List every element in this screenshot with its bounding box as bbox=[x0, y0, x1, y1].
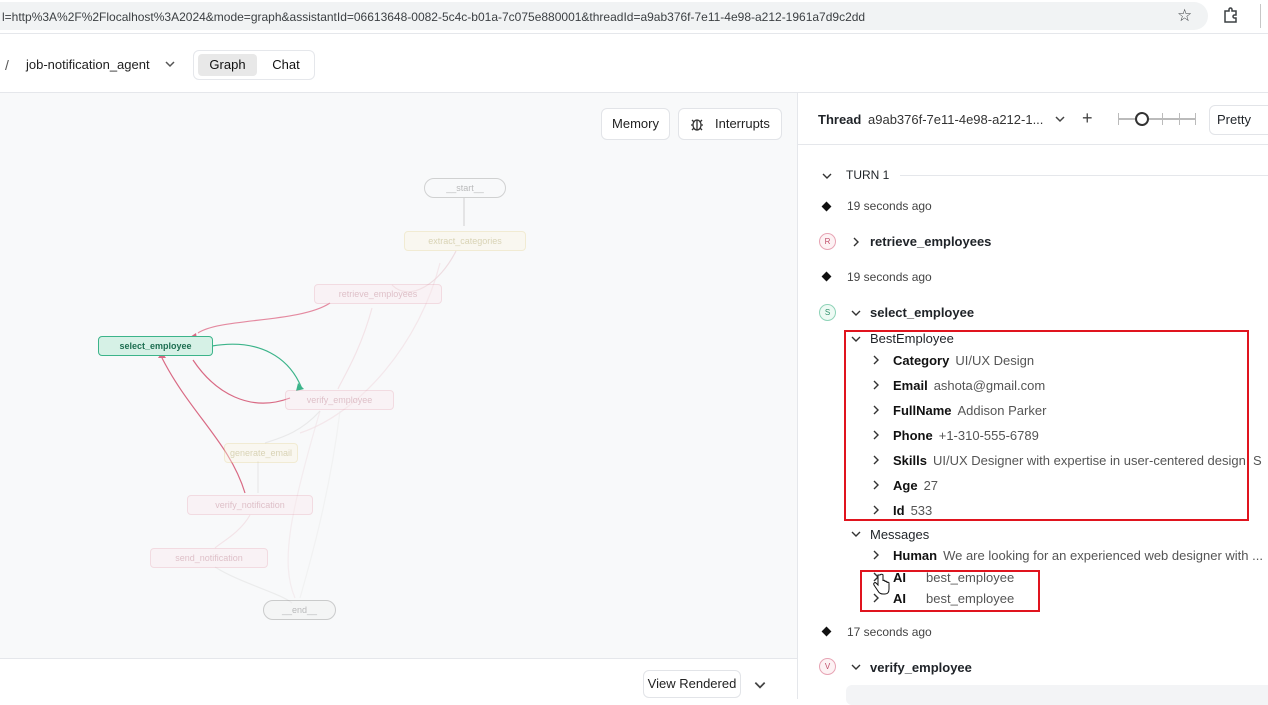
address-field[interactable]: l=http%3A%2F%2Flocalhost%3A2024&mode=gra… bbox=[0, 2, 1208, 30]
node-badge-v: V bbox=[819, 658, 836, 675]
bookmark-star-icon[interactable]: ☆ bbox=[1177, 6, 1192, 26]
step-select-employee[interactable]: select_employee bbox=[870, 305, 974, 320]
node-extract-categories[interactable]: extract_categories bbox=[404, 231, 526, 251]
slider-tick bbox=[1179, 113, 1180, 125]
app-header: / job-notification_agent Graph Chat bbox=[0, 34, 1268, 93]
chevron-down-icon[interactable] bbox=[851, 308, 861, 318]
event-timestamp: 19 seconds ago bbox=[847, 270, 932, 284]
bug-icon bbox=[691, 119, 703, 131]
chevron-down-icon[interactable] bbox=[822, 171, 832, 181]
tab-chat[interactable]: Chat bbox=[264, 54, 308, 76]
chevron-down-icon[interactable] bbox=[164, 58, 176, 70]
highlight-best-employee bbox=[844, 330, 1249, 521]
message-row: Human We are looking for an experienced w… bbox=[893, 548, 1263, 563]
breadcrumb-separator: / bbox=[5, 57, 9, 73]
new-thread-plus-icon[interactable]: + bbox=[1082, 108, 1093, 129]
interrupts-button-label: Interrupts bbox=[715, 116, 770, 131]
agent-selector-label[interactable]: job-notification_agent bbox=[26, 57, 150, 72]
slider-tick bbox=[1195, 113, 1196, 125]
graph-edges bbox=[158, 198, 465, 604]
graph-footer: View Rendered bbox=[0, 658, 797, 699]
chevron-right-icon[interactable] bbox=[851, 237, 861, 247]
turn-rule bbox=[900, 175, 1268, 176]
node-verify-employee[interactable]: verify_employee bbox=[285, 390, 394, 410]
timeline-dot bbox=[821, 626, 832, 637]
event-timestamp: 17 seconds ago bbox=[847, 625, 932, 639]
node-badge-r: R bbox=[819, 233, 836, 250]
thread-toolbar: Thread a9ab376f-7e11-4e98-a212-1... + Pr… bbox=[798, 93, 1268, 145]
node-send-notification[interactable]: send_notification bbox=[150, 548, 268, 568]
node-select-employee[interactable]: select_employee bbox=[98, 336, 213, 356]
node-start[interactable]: __start__ bbox=[424, 178, 506, 198]
chevron-right-icon[interactable] bbox=[871, 550, 881, 560]
view-mode-toggle: Graph Chat bbox=[193, 50, 315, 80]
tab-graph[interactable]: Graph bbox=[198, 54, 257, 76]
node-retrieve-employees[interactable]: retrieve_employees bbox=[314, 284, 442, 304]
view-format-value: Pretty bbox=[1217, 112, 1251, 127]
messages-label[interactable]: Messages bbox=[870, 527, 929, 542]
message-content: We are looking for an experienced web de… bbox=[943, 548, 1263, 563]
node-generate-email[interactable]: generate_email bbox=[224, 443, 298, 463]
step-verify-employee[interactable]: verify_employee bbox=[870, 660, 972, 675]
chevron-down-icon[interactable] bbox=[753, 678, 767, 692]
chevron-down-icon[interactable] bbox=[851, 662, 861, 672]
interrupts-button[interactable]: Interrupts bbox=[678, 108, 782, 140]
verify-employee-output bbox=[846, 685, 1268, 705]
hand-pointer-cursor-icon bbox=[873, 573, 890, 595]
graph-canvas[interactable]: __start__ extract_categories retrieve_em… bbox=[0, 93, 797, 699]
node-verify-notification[interactable]: verify_notification bbox=[187, 495, 313, 515]
turn-label[interactable]: TURN 1 bbox=[846, 168, 889, 182]
memory-button-label: Memory bbox=[612, 116, 659, 131]
event-timestamp: 19 seconds ago bbox=[847, 199, 932, 213]
browser-url-bar: l=http%3A%2F%2Flocalhost%3A2024&mode=gra… bbox=[0, 0, 1268, 34]
view-rendered-button[interactable]: View Rendered bbox=[643, 670, 741, 698]
toolbar-divider bbox=[1260, 4, 1261, 28]
node-badge-s: S bbox=[819, 304, 836, 321]
timeline-dot bbox=[821, 201, 832, 212]
view-format-select[interactable]: Pretty bbox=[1209, 105, 1268, 135]
chevron-down-icon[interactable] bbox=[1054, 113, 1066, 125]
memory-button[interactable]: Memory bbox=[601, 108, 670, 140]
slider-tick bbox=[1162, 113, 1163, 125]
chevron-down-icon[interactable] bbox=[851, 529, 861, 539]
view-rendered-label: View Rendered bbox=[647, 676, 737, 691]
url-text: l=http%3A%2F%2Flocalhost%3A2024&mode=gra… bbox=[2, 10, 866, 24]
step-retrieve-employees[interactable]: retrieve_employees bbox=[870, 234, 991, 249]
thread-id-selector[interactable]: a9ab376f-7e11-4e98-a212-1... bbox=[868, 112, 1043, 127]
history-slider-track[interactable] bbox=[1118, 118, 1196, 120]
node-end[interactable]: __end__ bbox=[263, 600, 336, 620]
slider-tick bbox=[1118, 113, 1119, 125]
history-slider-thumb[interactable] bbox=[1135, 112, 1149, 126]
thread-panel: Thread a9ab376f-7e11-4e98-a212-1... + Pr… bbox=[798, 93, 1268, 705]
thread-label: Thread bbox=[818, 112, 862, 127]
extensions-puzzle-icon[interactable] bbox=[1222, 6, 1240, 24]
timeline-dot bbox=[821, 271, 832, 282]
message-role: Human bbox=[893, 548, 938, 563]
